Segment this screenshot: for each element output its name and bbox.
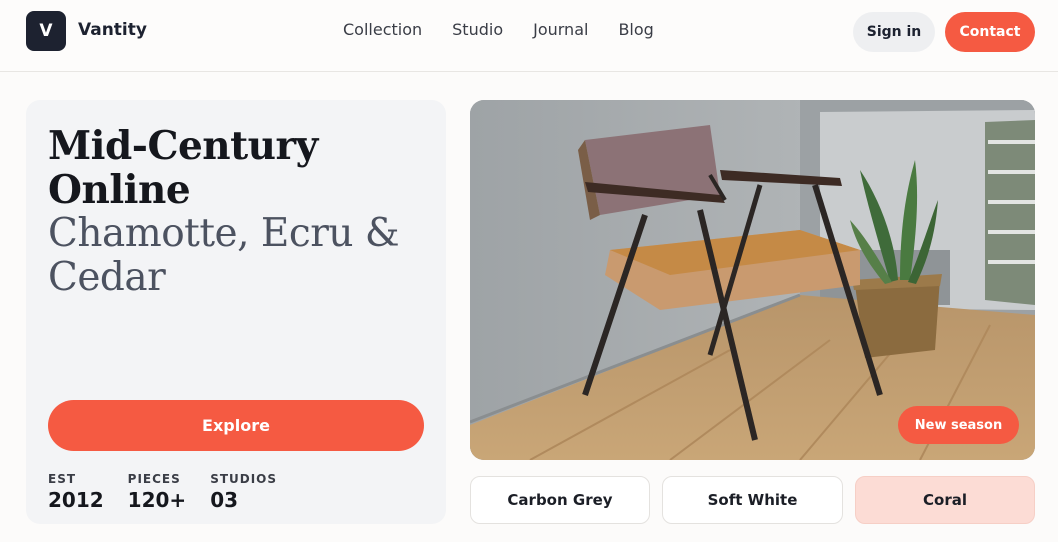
stats-row: EST 2012 PIECES 120+ STUDIOS 03 — [48, 472, 301, 512]
hero-card: Mid-Century Online Chamotte, Ecru & Ceda… — [26, 100, 446, 524]
nav-item-studio[interactable]: Studio — [452, 20, 503, 39]
swatch-carbon-grey[interactable]: Carbon Grey — [470, 476, 650, 524]
stat-label: STUDIOS — [210, 472, 278, 486]
hero-subtitle-line-2: Cedar — [48, 255, 166, 300]
hero-subtitle-line-1: Chamotte, Ecru & — [48, 211, 400, 256]
swatch-coral[interactable]: Coral — [855, 476, 1035, 524]
main-nav: Collection Studio Journal Blog — [343, 20, 684, 39]
stat-studios: STUDIOS 03 — [210, 472, 277, 512]
new-season-badge[interactable]: New season — [898, 406, 1019, 444]
brand-name[interactable]: Vantity — [78, 20, 147, 40]
hero-subtitle: Chamotte, Ecru & Cedar — [48, 212, 438, 300]
nav-item-journal[interactable]: Journal — [533, 20, 588, 39]
stat-value: 120+ — [127, 488, 187, 512]
nav-item-blog[interactable]: Blog — [618, 20, 653, 39]
site-header: V Vantity Collection Studio Journal Blog… — [0, 0, 1058, 72]
stat-label: EST — [48, 472, 77, 486]
logo-mark[interactable]: V — [26, 11, 66, 51]
stat-est: EST 2012 — [48, 472, 104, 512]
contact-button[interactable]: Contact — [945, 12, 1035, 52]
swatch-soft-white[interactable]: Soft White — [662, 476, 843, 524]
nav-item-collection[interactable]: Collection — [343, 20, 422, 39]
stat-value: 2012 — [48, 488, 104, 512]
stat-value: 03 — [210, 488, 239, 512]
sign-in-button[interactable]: Sign in — [853, 12, 935, 52]
hero-title: Mid-Century Online — [48, 124, 438, 212]
hero-title-line-2: Online — [48, 167, 191, 213]
stat-pieces: PIECES 120+ — [128, 472, 187, 512]
explore-button[interactable]: Explore — [48, 400, 424, 451]
hero-title-line-1: Mid-Century — [48, 123, 318, 169]
stat-label: PIECES — [127, 472, 181, 486]
